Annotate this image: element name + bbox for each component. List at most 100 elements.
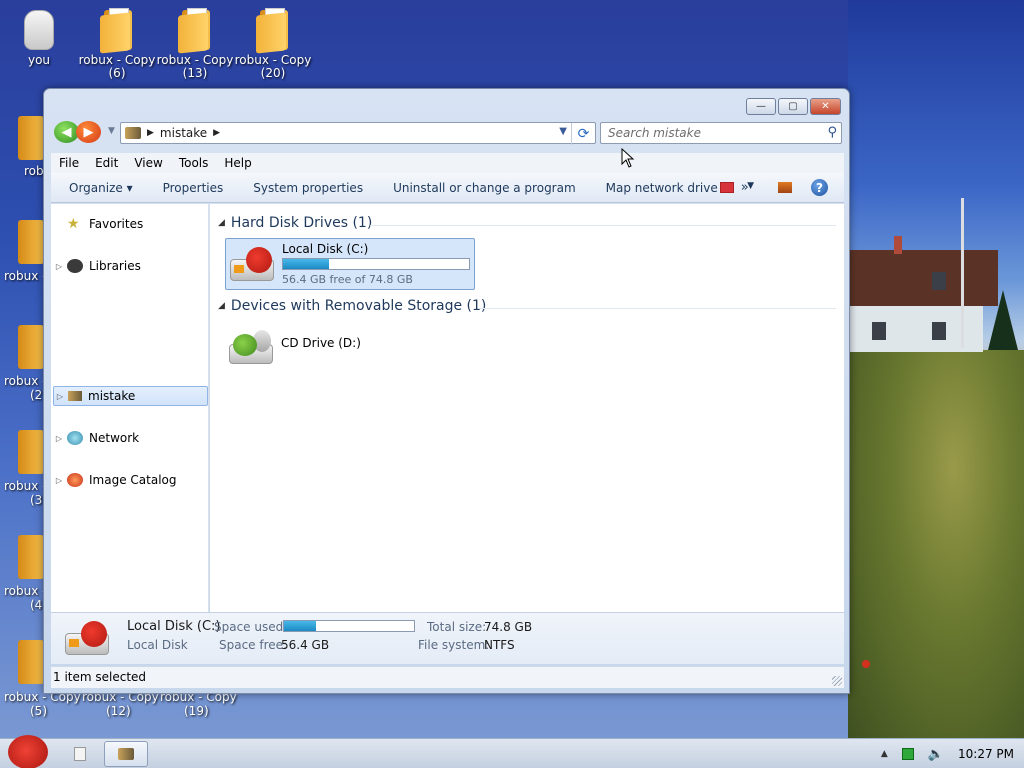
navigation-pane: ★ Favorites ▷ Libraries ▷ mistake ▷ Netw…: [51, 204, 209, 612]
nav-image-catalog[interactable]: ▷ Image Catalog: [53, 470, 208, 490]
wallpaper-chimney: [894, 236, 902, 254]
angry-bird-drive-icon: [230, 245, 276, 285]
collapse-icon[interactable]: ◢: [218, 218, 225, 228]
system-tray: ▲ 🔈 10:27 PM: [881, 739, 1014, 768]
folder-icon[interactable]: [0, 325, 46, 371]
folder-icon[interactable]: [0, 116, 46, 162]
desktop-icon-label-sub: (2: [30, 388, 43, 402]
system-properties-button[interactable]: System properties: [238, 181, 378, 195]
desktop-icon-label: robux -: [4, 269, 47, 283]
menu-view[interactable]: View: [126, 156, 170, 170]
close-button[interactable]: ✕: [810, 98, 841, 115]
green-bird-cd-icon: [229, 328, 275, 368]
libraries-icon: [67, 259, 83, 273]
nav-favorites[interactable]: ★ Favorites: [53, 214, 208, 234]
folder-icon[interactable]: [0, 220, 46, 266]
desktop-icon-robux-copy-13[interactable]: robux - Copy (13): [156, 8, 234, 80]
view-dropdown-icon[interactable]: ▼: [747, 181, 754, 191]
angry-bird-drive-icon: [65, 619, 111, 659]
group-header-hdd[interactable]: ◢ Hard Disk Drives (1): [218, 215, 372, 231]
star-icon: ★: [67, 216, 80, 232]
search-placeholder: Search mistake: [608, 126, 701, 140]
search-icon[interactable]: ⚲: [827, 125, 837, 140]
space-free-label: Space free:: [219, 638, 288, 652]
menu-file[interactable]: File: [51, 156, 87, 170]
desktop-icon-label-sub: (20): [260, 66, 286, 80]
nav-mistake[interactable]: ▷ mistake: [53, 386, 208, 406]
desktop-icon-label: robux -: [4, 374, 47, 388]
drive-tile-cd-drive-d[interactable]: CD Drive (D:): [225, 322, 425, 366]
desktop-icon-robux-copy-6[interactable]: robux - Copy (6): [78, 8, 156, 80]
folder-icon: [256, 8, 290, 54]
drive-free-text: 56.4 GB free of 74.8 GB: [282, 273, 413, 286]
file-system-value: NTFS: [484, 638, 515, 652]
collapse-icon[interactable]: ◢: [218, 301, 225, 311]
address-bar[interactable]: ▶ mistake ▶ ▼ ⟳: [120, 122, 596, 145]
desktop-icon-robux-copy-20[interactable]: robux - Copy (20): [234, 8, 312, 80]
preview-pane-icon[interactable]: [778, 182, 792, 193]
desktop-icon-label-sub: (4: [30, 598, 43, 612]
folder-icon[interactable]: [0, 430, 46, 476]
forward-button[interactable]: ▶: [76, 121, 101, 143]
caption-buttons: — ▢ ✕: [746, 98, 841, 115]
address-dropdown-icon[interactable]: ▼: [559, 126, 567, 137]
computer-icon: [68, 391, 82, 401]
breadcrumb-separator-icon[interactable]: ▶: [213, 128, 220, 138]
recent-pages-dropdown[interactable]: ▼: [108, 126, 118, 136]
expand-icon[interactable]: ▷: [53, 262, 65, 271]
uninstall-program-button[interactable]: Uninstall or change a program: [378, 181, 591, 195]
notepad-icon: [74, 747, 86, 761]
volume-icon[interactable]: 🔈: [928, 747, 944, 762]
minimize-button[interactable]: —: [746, 98, 776, 115]
menu-help[interactable]: Help: [216, 156, 259, 170]
nav-network[interactable]: ▷ Network: [53, 428, 208, 448]
search-input[interactable]: Search mistake ⚲: [600, 122, 842, 144]
folder-icon: [100, 8, 134, 54]
resize-grip[interactable]: [832, 676, 842, 686]
desktop-icon-label-sub: (3: [30, 493, 43, 507]
expand-icon[interactable]: ▷: [54, 392, 66, 401]
details-subtitle: Local Disk: [127, 638, 188, 652]
desktop-icon-label: robux -: [4, 479, 47, 493]
user-icon: [24, 10, 54, 50]
taskbar-explorer-button[interactable]: [104, 741, 148, 767]
expand-icon[interactable]: ▷: [53, 434, 65, 443]
computer-icon: [125, 127, 141, 139]
desktop-icon-label-sub: (19): [184, 704, 209, 718]
expand-icon[interactable]: ▷: [53, 476, 65, 485]
drive-tile-local-disk-c[interactable]: Local Disk (C:) 56.4 GB free of 74.8 GB: [225, 238, 475, 290]
nav-libraries[interactable]: ▷ Libraries: [53, 256, 208, 276]
desktop-icon-label-sub: (13): [182, 66, 208, 80]
group-divider: [478, 308, 836, 309]
wallpaper-window: [932, 272, 946, 290]
properties-button[interactable]: Properties: [148, 181, 239, 195]
command-bar: Organize ▾ Properties System properties …: [51, 173, 844, 203]
refresh-button[interactable]: ⟳: [571, 123, 595, 145]
explorer-window: — ▢ ✕ ◀ ▶ ▼ ▶ mistake ▶ ▼ ⟳ Search mista…: [43, 88, 850, 694]
arrow-right-icon: ▶: [83, 124, 94, 140]
menu-tools[interactable]: Tools: [171, 156, 217, 170]
mouse-cursor-icon: [621, 148, 635, 168]
change-view-icon[interactable]: [720, 182, 734, 193]
back-forward-group: ◀ ▶: [54, 121, 104, 143]
desktop-icon-label-sub: (12): [106, 704, 131, 718]
maximize-button[interactable]: ▢: [778, 98, 808, 115]
start-button[interactable]: [4, 735, 48, 768]
menu-edit[interactable]: Edit: [87, 156, 126, 170]
desktop-icon-you[interactable]: you: [0, 8, 78, 67]
desktop-icon-label: rob: [24, 164, 44, 178]
folder-icon[interactable]: [0, 640, 46, 686]
group-label: Devices with Removable Storage (1): [230, 298, 487, 314]
show-hidden-icons-icon[interactable]: ▲: [881, 749, 888, 759]
image-catalog-icon: [67, 473, 83, 487]
network-status-icon[interactable]: [901, 748, 914, 760]
breadcrumb-segment[interactable]: mistake: [160, 126, 207, 140]
breadcrumb-separator-icon[interactable]: ▶: [147, 128, 154, 138]
help-icon[interactable]: ?: [811, 179, 828, 196]
organize-button[interactable]: Organize ▾: [51, 181, 148, 195]
map-network-drive-button[interactable]: Map network drive: [591, 181, 733, 195]
clock[interactable]: 10:27 PM: [958, 747, 1014, 761]
group-header-removable[interactable]: ◢ Devices with Removable Storage (1): [218, 298, 486, 314]
folder-icon[interactable]: [0, 535, 46, 581]
taskbar-notepad-button[interactable]: [58, 741, 102, 767]
